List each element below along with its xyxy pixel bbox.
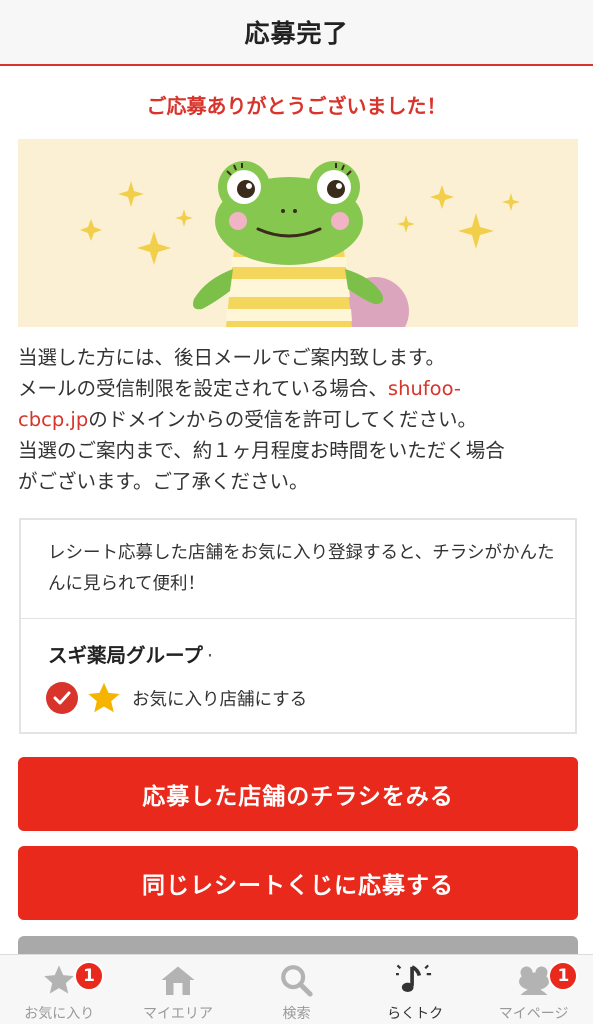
message-line: がございます。ご了承ください。: [18, 470, 309, 493]
notification-badge: 1: [74, 961, 104, 991]
music-note-icon: [395, 961, 435, 999]
store-name: スギ薬局グループ ·: [48, 639, 213, 668]
frog-illustration: [80, 161, 520, 327]
favorite-store-card: レシート応募した店舗をお気に入り登録すると、チラシがかんたんに見られて便利！ ス…: [19, 518, 577, 734]
card-description: レシート応募した店舗をお気に入り登録すると、チラシがかんたんに見られて便利！: [48, 543, 555, 594]
page-title: 応募完了: [244, 19, 349, 48]
message-line: メールの受信制限を設定されている場合、shufoo-: [18, 373, 580, 404]
bottom-tab-bar: お気に入り 1 マイエリア 検索 らくトク マイページ 1: [0, 954, 593, 1024]
store-name-suffix: ·: [206, 644, 214, 667]
message-line: 当選のご案内まで、約１ヶ月程度お時間をいただく場合: [18, 439, 505, 462]
message-text: メールの受信制限を設定されている場合、: [18, 377, 388, 400]
message-text: のドメインからの受信を許可してください。: [88, 408, 478, 431]
tab-my-page[interactable]: マイページ 1: [474, 955, 593, 1024]
message-line: 当選した方には、後日メールでご案内致します。: [18, 346, 446, 369]
view-flyer-button[interactable]: 応募した店舗のチラシをみる: [18, 757, 578, 831]
apply-same-lottery-button[interactable]: 同じレシートくじに応募する: [18, 846, 578, 920]
tab-my-area[interactable]: マイエリア: [119, 955, 238, 1024]
star-icon: [86, 680, 122, 716]
tab-label: マイページ: [498, 1006, 569, 1022]
domain-link[interactable]: shufoo-: [388, 377, 461, 400]
tab-label: 検索: [282, 1006, 311, 1022]
tab-rakutoku[interactable]: らくトク: [356, 955, 475, 1024]
tab-label: お気に入り: [24, 1006, 95, 1022]
message-line: cbcp.jpのドメインからの受信を許可してください。: [18, 404, 580, 435]
notification-badge: 1: [548, 961, 579, 991]
tab-favorites[interactable]: お気に入り 1: [0, 955, 119, 1024]
notice-message: 当選した方には、後日メールでご案内致します。 メールの受信制限を設定されている場…: [18, 342, 580, 497]
store-name-text: スギ薬局グループ: [48, 644, 203, 667]
thanks-message: ご応募ありがとうございました！: [146, 94, 447, 118]
app-header: 応募完了: [0, 0, 593, 66]
search-icon: [276, 961, 316, 999]
favorite-toggle[interactable]: お気に入り店舗にする: [46, 680, 307, 716]
house-icon: [158, 961, 198, 999]
frog-banner: [18, 139, 578, 327]
check-icon[interactable]: [46, 682, 78, 714]
divider: [21, 618, 575, 619]
tab-label: らくトク: [387, 1006, 444, 1022]
tab-label: マイエリア: [142, 1006, 213, 1022]
favorite-label: お気に入り店舗にする: [132, 689, 308, 710]
tab-search[interactable]: 検索: [237, 955, 356, 1024]
domain-link[interactable]: cbcp.jp: [18, 408, 88, 431]
star-icon: [39, 961, 79, 999]
